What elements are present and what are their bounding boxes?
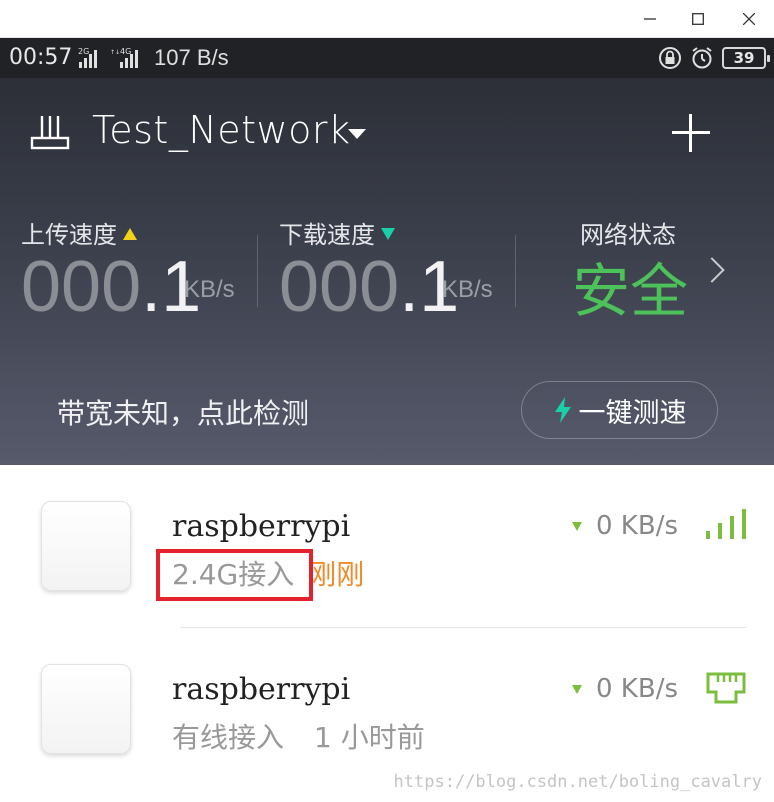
network-status-value[interactable]: 安全 — [572, 244, 688, 328]
connection-time: 刚刚 — [308, 558, 365, 591]
device-name: raspberrypi — [172, 672, 351, 707]
upload-unit: KB/s — [184, 276, 235, 303]
download-arrow-icon — [572, 684, 582, 694]
lightning-icon — [554, 397, 571, 423]
upload-value: 000.1 — [21, 246, 201, 328]
minimize-button[interactable] — [625, 0, 675, 38]
connection-type: 有线接入 — [172, 721, 285, 754]
cell-signal-4g-icon: ↑↓ 4G — [110, 47, 138, 68]
device-list: raspberrypi 2.4G接入 刚刚 0 KB/s raspberrypi … — [0, 465, 774, 802]
network-name[interactable]: Test_Network — [92, 108, 351, 152]
chevron-right-icon[interactable] — [699, 257, 725, 283]
speed-test-button[interactable]: 一键测速 — [521, 381, 718, 439]
download-unit: KB/s — [442, 276, 493, 303]
upload-label-group: 上传速度 — [21, 215, 137, 250]
close-icon — [743, 13, 755, 25]
status-right-group: 39 — [658, 45, 770, 71]
device-rate: 0 KB/s — [572, 511, 678, 541]
device-avatar — [41, 664, 131, 754]
chevron-down-icon[interactable] — [348, 129, 366, 139]
wifi-signal-icon — [706, 509, 746, 539]
download-arrow-icon — [381, 228, 395, 240]
battery-level: 39 — [733, 49, 755, 67]
svg-text:↑↓: ↑↓ — [110, 49, 120, 56]
device-meta: 有线接入 1 小时前 — [172, 716, 425, 756]
maximize-button[interactable] — [673, 0, 723, 38]
upload-value-lead: 000 — [21, 247, 142, 327]
download-value-lead: 000 — [279, 247, 400, 327]
download-label-group: 下载速度 — [279, 215, 395, 250]
connection-time: 1 小时前 — [314, 721, 425, 754]
router-icon — [30, 116, 70, 150]
highlight-box — [156, 549, 313, 601]
window-title-bar — [0, 0, 774, 38]
maximize-icon — [692, 13, 704, 25]
device-avatar — [41, 501, 131, 591]
network-header: Test_Network 上传速度 000.1 KB/s 下载速度 000.1 … — [0, 78, 774, 465]
minimize-icon — [644, 18, 656, 20]
signal-type-4g: 4G — [120, 47, 131, 56]
row-divider — [180, 627, 746, 628]
divider — [515, 235, 516, 307]
device-row[interactable]: raspberrypi 2.4G接入 刚刚 0 KB/s — [0, 465, 774, 628]
download-arrow-icon — [572, 521, 582, 531]
ethernet-port-icon — [706, 672, 746, 704]
alarm-icon — [692, 47, 712, 69]
bandwidth-detect-link[interactable]: 带宽未知，点此检测 — [57, 392, 309, 432]
device-name: raspberrypi — [172, 509, 351, 544]
lock-rotation-icon — [659, 47, 681, 69]
device-rate: 0 KB/s — [572, 674, 678, 704]
device-rate-value: 0 KB/s — [596, 511, 678, 541]
watermark: https://blog.csdn.net/boling_cavalry — [393, 772, 762, 792]
device-rate-value: 0 KB/s — [596, 674, 678, 704]
divider — [257, 235, 258, 307]
status-time: 00:57 — [9, 45, 73, 70]
device-row[interactable]: raspberrypi 有线接入 1 小时前 0 KB/s — [0, 630, 774, 790]
close-button[interactable] — [724, 0, 774, 38]
cell-signal-icon: 2G — [78, 47, 97, 68]
upload-label: 上传速度 — [21, 221, 117, 249]
download-label: 下载速度 — [279, 221, 375, 249]
add-button[interactable] — [672, 114, 710, 152]
speed-test-label: 一键测速 — [578, 397, 687, 429]
status-bar: 00:57 2G ↑↓ 4G 107 B/s 39 — [0, 38, 774, 78]
signal-type-2g: 2G — [78, 47, 89, 56]
download-value: 000.1 — [279, 246, 459, 328]
battery-icon: 39 — [722, 47, 770, 69]
network-speed: 107 B/s — [154, 45, 229, 70]
upload-arrow-icon — [123, 228, 137, 240]
